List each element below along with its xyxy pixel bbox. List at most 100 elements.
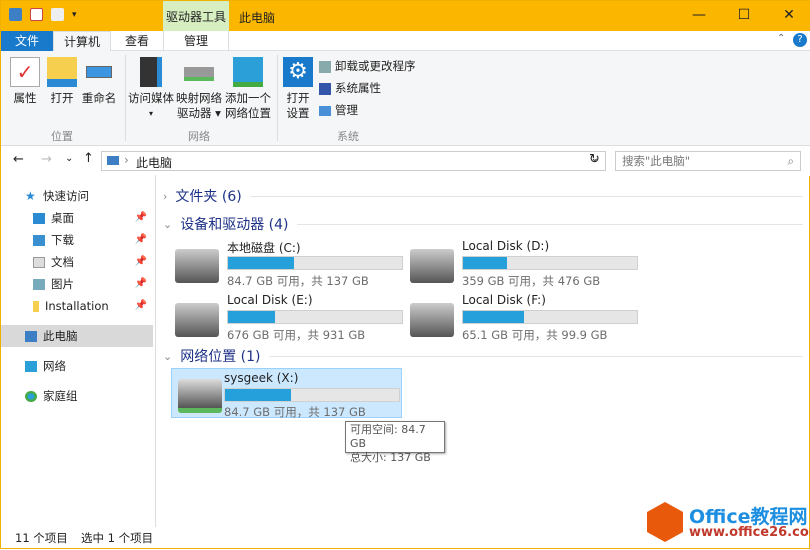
system-properties-button[interactable]: 系统属性 bbox=[319, 81, 381, 96]
label: 网络位置 (1) bbox=[180, 349, 261, 365]
label: 桌面 bbox=[51, 211, 74, 225]
label: 图片 bbox=[51, 277, 74, 291]
usage-fill bbox=[463, 311, 524, 323]
open-settings-button[interactable]: ⚙ 打开 设置 bbox=[283, 57, 313, 121]
usage-fill bbox=[225, 389, 292, 401]
computer-icon bbox=[9, 8, 22, 21]
uninstall-button[interactable]: 卸载或更改程序 bbox=[319, 59, 416, 74]
label: 网络位置 bbox=[225, 106, 271, 120]
nav-item-downloads[interactable]: 下载 📌 bbox=[1, 229, 153, 251]
watermark-url: www.office26.com bbox=[689, 525, 810, 540]
add-network-location-button[interactable]: 添加一个 网络位置 bbox=[223, 57, 273, 121]
tab-computer[interactable]: 计算机 bbox=[53, 31, 111, 52]
tab-view[interactable]: 查看 bbox=[113, 31, 161, 51]
selected-count: 选中 1 个项目 bbox=[81, 531, 154, 545]
properties-icon[interactable] bbox=[30, 8, 43, 21]
maximize-button[interactable]: ☐ bbox=[729, 7, 759, 23]
label: 属性 bbox=[13, 91, 37, 105]
label: 添加一个 bbox=[225, 91, 271, 105]
pin-icon[interactable]: 📌 bbox=[135, 295, 147, 317]
drive-e[interactable]: Local Disk (E:) 676 GB 可用，共 931 GB bbox=[175, 293, 405, 342]
network-drive-x[interactable]: sysgeek (X:) 84.7 GB 可用，共 137 GB bbox=[171, 368, 402, 419]
computer-icon bbox=[25, 330, 37, 342]
drive-f[interactable]: Local Disk (F:) 65.1 GB 可用，共 99.9 GB bbox=[410, 293, 640, 342]
group-header-devices[interactable]: ⌄ 设备和驱动器 (4) bbox=[163, 214, 803, 234]
folder-icon bbox=[47, 57, 77, 87]
label: 文档 bbox=[51, 255, 74, 269]
group-header-network-locations[interactable]: ⌄ 网络位置 (1) bbox=[163, 346, 803, 366]
refresh-button[interactable]: ↻ bbox=[589, 152, 600, 167]
tooltip-total: 总大小: 137 GB bbox=[350, 451, 431, 464]
chevron-down-icon: ⌄ bbox=[163, 349, 173, 363]
breadcrumb-chevron[interactable]: › bbox=[124, 153, 129, 167]
label: 设置 bbox=[286, 106, 310, 120]
pin-icon[interactable]: 📌 bbox=[135, 207, 147, 229]
recent-dropdown[interactable]: ⌄ bbox=[65, 153, 73, 164]
label: 下载 bbox=[51, 233, 74, 247]
tab-manage[interactable]: 管理 bbox=[163, 31, 229, 51]
label: 卸载或更改程序 bbox=[335, 59, 416, 73]
minimize-button[interactable]: — bbox=[684, 7, 714, 23]
pin-icon[interactable]: 📌 bbox=[135, 229, 147, 251]
item-count: 11 个项目 bbox=[15, 531, 68, 545]
star-icon: ★ bbox=[25, 188, 36, 203]
nav-item-documents[interactable]: 文档 📌 bbox=[1, 251, 153, 273]
nav-this-pc[interactable]: 此电脑 bbox=[1, 325, 153, 347]
usage-bar bbox=[227, 310, 403, 324]
drive-d[interactable]: Local Disk (D:) 359 GB 可用，共 476 GB bbox=[410, 239, 640, 288]
pin-icon[interactable]: 📌 bbox=[135, 273, 147, 295]
drive-size: 84.7 GB 可用，共 137 GB bbox=[224, 405, 366, 419]
properties-button[interactable]: ✓ 属性 bbox=[9, 57, 41, 106]
drive-size: 65.1 GB 可用，共 99.9 GB bbox=[462, 328, 608, 342]
drive-size: 359 GB 可用，共 476 GB bbox=[462, 274, 601, 288]
usage-fill bbox=[228, 311, 275, 323]
nav-quick-access[interactable]: ★ 快速访问 bbox=[1, 185, 153, 207]
homegroup-icon bbox=[25, 390, 37, 402]
group-header-folders[interactable]: › 文件夹 (6) bbox=[163, 186, 803, 206]
label: 网络 bbox=[43, 359, 66, 373]
map-network-drive-button[interactable]: 映射网络 驱动器 ▾ bbox=[175, 57, 223, 121]
new-folder-icon[interactable] bbox=[51, 8, 64, 21]
back-button[interactable]: ← bbox=[13, 152, 24, 167]
drive-name: Local Disk (F:) bbox=[462, 293, 546, 307]
nav-item-desktop[interactable]: 桌面 📌 bbox=[1, 207, 153, 229]
breadcrumb-this-pc[interactable]: 此电脑 bbox=[136, 154, 172, 171]
drive-name: 本地磁盘 (C:) bbox=[227, 241, 301, 255]
drive-c[interactable]: 本地磁盘 (C:) 84.7 GB 可用，共 137 GB bbox=[175, 239, 405, 288]
navigation-pane: ★ 快速访问 桌面 📌 下载 📌 文档 📌 图片 📌 Installation 📌 此电脑 … bbox=[1, 175, 156, 527]
close-button[interactable]: ✕ bbox=[774, 7, 804, 23]
checkmark-icon: ✓ bbox=[10, 57, 40, 87]
forward-button[interactable]: → bbox=[41, 152, 52, 167]
up-button[interactable]: ↑ bbox=[83, 151, 94, 166]
address-bar[interactable]: › 此电脑 ⌄ bbox=[101, 151, 606, 171]
usage-bar bbox=[462, 310, 638, 324]
network-icon bbox=[25, 360, 37, 372]
label: 重命名 bbox=[81, 91, 117, 105]
chevron-down-icon: ⌄ bbox=[163, 217, 173, 231]
manage-button[interactable]: 管理 bbox=[319, 103, 358, 118]
usage-bar bbox=[227, 256, 403, 270]
manage-icon bbox=[319, 105, 331, 116]
open-button[interactable]: 打开 bbox=[47, 57, 77, 106]
drive-tools-tab[interactable]: 驱动器工具 bbox=[163, 1, 229, 31]
nav-network[interactable]: 网络 bbox=[1, 355, 153, 377]
windows-drive-icon bbox=[175, 249, 219, 283]
nav-item-pictures[interactable]: 图片 📌 bbox=[1, 273, 153, 295]
nav-item-installation[interactable]: Installation 📌 bbox=[1, 295, 153, 317]
rename-button[interactable]: 重命名 bbox=[81, 57, 117, 106]
tab-file[interactable]: 文件 bbox=[1, 31, 53, 51]
nav-homegroup[interactable]: 家庭组 bbox=[1, 385, 153, 407]
search-input[interactable]: 搜索"此电脑" ⌕ bbox=[615, 151, 801, 171]
qat-dropdown-icon[interactable]: ▾ bbox=[72, 10, 77, 20]
tooltip-free: 可用空间: 84.7 GB bbox=[350, 423, 426, 450]
pictures-icon bbox=[33, 278, 45, 290]
pin-icon[interactable]: 📌 bbox=[135, 251, 147, 273]
collapse-ribbon-icon[interactable]: ⌃ bbox=[777, 33, 785, 44]
label: 管理 bbox=[335, 103, 358, 117]
help-icon[interactable]: ? bbox=[793, 33, 807, 47]
locked-drive-icon bbox=[410, 249, 454, 283]
drive-name: Local Disk (E:) bbox=[227, 293, 313, 307]
label: 系统属性 bbox=[335, 81, 381, 95]
access-media-button[interactable]: 访问媒体 ▾ bbox=[127, 57, 175, 121]
desktop-icon bbox=[33, 212, 45, 224]
